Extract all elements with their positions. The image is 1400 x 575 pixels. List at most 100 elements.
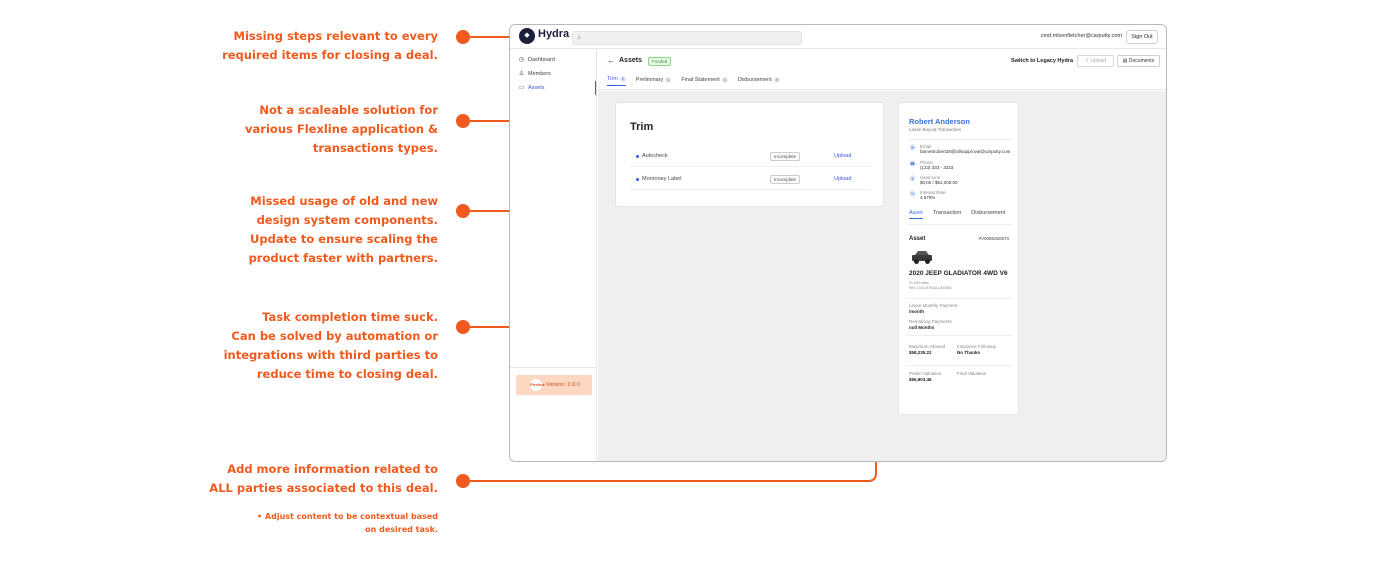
- party-card: Robert Anderson Lease Buyout Transaction…: [898, 102, 1019, 415]
- annotation-all-parties: Add more information related to ALL parti…: [209, 462, 438, 495]
- annotation-design-system: Missed usage of old and new design system…: [248, 194, 438, 265]
- divider: [907, 139, 1012, 140]
- documents-button-label: Documents: [1128, 58, 1155, 64]
- sidebar-item-assets[interactable]: ▭ Assets: [510, 81, 596, 95]
- tab-label: Final Statement: [681, 76, 720, 83]
- car-icon: ▭: [518, 85, 525, 91]
- annotation-dot: [456, 30, 470, 44]
- page-title: Assets: [619, 57, 642, 64]
- bullet-icon: [636, 155, 639, 158]
- asset-id: #V0086260570: [978, 236, 1009, 241]
- list-item: Autocheck Incomplete Upload: [630, 147, 870, 167]
- final-label: Final Valuation: [957, 371, 987, 376]
- bullet-icon: [636, 178, 639, 181]
- annotation-not-scaleable: Not a scaleable solution for various Flex…: [245, 103, 438, 155]
- phone-icon: ☎: [909, 160, 916, 167]
- app-logo[interactable]: Hydra: [538, 28, 569, 40]
- app-mockup: ◆ Hydra ⌕ cmd.mlsonfletcher@carputty.com…: [509, 24, 1167, 462]
- tab-count: 4: [773, 76, 780, 83]
- version-text: Version: 2.0.0: [546, 382, 580, 388]
- sidebar-item-label: Dashboard: [528, 57, 555, 63]
- sidebar-item-dashboard[interactable]: ◷ Dashboard: [510, 53, 596, 67]
- party-name[interactable]: Robert Anderson: [909, 117, 970, 126]
- credit-value: $0.00 / $51,000.00: [920, 180, 958, 185]
- user-email: cmd.mlsonfletcher@carputty.com: [1040, 33, 1122, 39]
- search-input[interactable]: ⌕: [572, 31, 802, 45]
- asset-tabs: Trim 2 Preliminary 1 Final Statement 1 Disb…: [607, 76, 780, 86]
- item-label: Monroney Label: [642, 176, 682, 182]
- annotation-dot: [456, 320, 470, 334]
- party-tabs: Asset Transaction Disbursement: [909, 210, 1005, 219]
- upload-button-label: Upload: [1090, 58, 1107, 64]
- sidebar-item-label: Members: [528, 71, 551, 77]
- upload-button[interactable]: ⇪ Upload: [1077, 55, 1114, 67]
- tab-label: Disbursement: [737, 76, 772, 83]
- trim-card: Trim Autocheck Incomplete Upload Monrone…: [615, 102, 884, 207]
- party-subtitle: Lease Buyout Transaction: [909, 127, 962, 132]
- clock-icon: ◷: [518, 57, 525, 63]
- status-badge: Funded: [648, 57, 672, 66]
- tab-final-statement[interactable]: Final Statement 1: [681, 76, 728, 86]
- annotation-note: • Adjust content to be contextual based o…: [257, 512, 438, 534]
- sidebar-item-members[interactable]: ♙ Members: [510, 67, 596, 81]
- documents-button[interactable]: ▤ Documents: [1117, 55, 1160, 67]
- list-item: Monroney Label Incomplete Upload: [630, 170, 870, 190]
- person-icon: ♙: [518, 71, 525, 77]
- sign-out-button[interactable]: Sign Out: [1126, 30, 1158, 44]
- top-bar: ◆ Hydra ⌕ cmd.mlsonfletcher@carputty.com…: [510, 25, 1166, 49]
- maximum-allowed: Maximum Allowed $58,235.22: [909, 344, 945, 356]
- credit-info: $ Used Line $0.00 / $51,000.00: [909, 175, 958, 185]
- sidebar-divider: [510, 367, 597, 368]
- version-badge: Flexline Version: 2.0.0: [516, 375, 592, 395]
- percent-icon: %: [909, 190, 916, 197]
- status-badge: Incomplete: [770, 152, 801, 161]
- item-label: Autocheck: [642, 153, 668, 159]
- car-miles: 21,000 miles: [909, 281, 929, 285]
- rate-info: % Interest Rate 4.579%: [909, 190, 946, 200]
- tab-trim[interactable]: Trim 2: [607, 76, 626, 86]
- prelim-valuation: Prelim Valuation $56,803.46: [909, 371, 941, 383]
- final-valuation: Final Valuation: [957, 371, 986, 377]
- divider: [907, 298, 1012, 299]
- legacy-link[interactable]: Switch to Legacy Hydra: [1011, 58, 1073, 64]
- prelim-value: $56,803.46: [909, 377, 932, 382]
- page-header: ← Assets Funded Switch to Legacy Hydra ⇪…: [598, 49, 1166, 90]
- annotation-missing-steps: Missing steps relevant to every required …: [222, 29, 438, 62]
- sidebar: ◷ Dashboard ♙ Members ▭ Assets Flexline …: [510, 49, 597, 461]
- tab-asset[interactable]: Asset: [909, 210, 923, 219]
- tab-disbursement[interactable]: Disbursement: [971, 210, 1005, 219]
- max-value: $58,235.22: [909, 350, 932, 355]
- status-badge: Incomplete: [770, 175, 801, 184]
- monthly-value: /month: [909, 309, 924, 314]
- monthly-payment: Lease Monthly Payment/month: [909, 303, 957, 315]
- sidebar-item-label: Assets: [528, 85, 545, 91]
- tab-count: 1: [721, 76, 728, 83]
- email-icon: ✉: [909, 144, 916, 151]
- email-info: ✉ Email barnettrobert28@billsapproval@car…: [909, 144, 1010, 154]
- tab-transaction[interactable]: Transaction: [933, 210, 962, 219]
- car-name: 2020 JEEP GLADIATOR 4WD V6: [909, 270, 1008, 277]
- phone-info: ☎ Phone (123) 333 - 3333: [909, 160, 953, 170]
- divider: [907, 224, 1012, 225]
- credit-icon: $: [909, 175, 916, 182]
- annotation-task-time: Task completion time suck. Can be solved …: [223, 310, 438, 381]
- rate-value: 4.579%: [920, 195, 936, 200]
- tab-label: Preliminary: [635, 76, 664, 83]
- upload-link[interactable]: Upload: [834, 176, 851, 182]
- tab-preliminary[interactable]: Preliminary 1: [636, 76, 672, 86]
- tab-count: 1: [665, 76, 672, 83]
- tab-count: 2: [619, 76, 626, 82]
- divider: [907, 335, 1012, 336]
- annotation-dot: [456, 114, 470, 128]
- annotation-dot: [456, 474, 470, 488]
- logo-icon: ◆: [519, 28, 535, 44]
- main-content: Trim Autocheck Incomplete Upload Monrone…: [598, 91, 1166, 461]
- tab-disbursement[interactable]: Disbursement 4: [738, 76, 780, 86]
- upload-link[interactable]: Upload: [834, 153, 851, 159]
- back-arrow-icon[interactable]: ←: [607, 56, 615, 65]
- trim-title: Trim: [630, 121, 654, 133]
- tab-label: Trim: [607, 76, 618, 82]
- search-icon: ⌕: [577, 33, 582, 42]
- email-value: barnettrobert28@billsapproval@carputty.c…: [920, 149, 1011, 154]
- remaining-value: null Months: [909, 325, 935, 330]
